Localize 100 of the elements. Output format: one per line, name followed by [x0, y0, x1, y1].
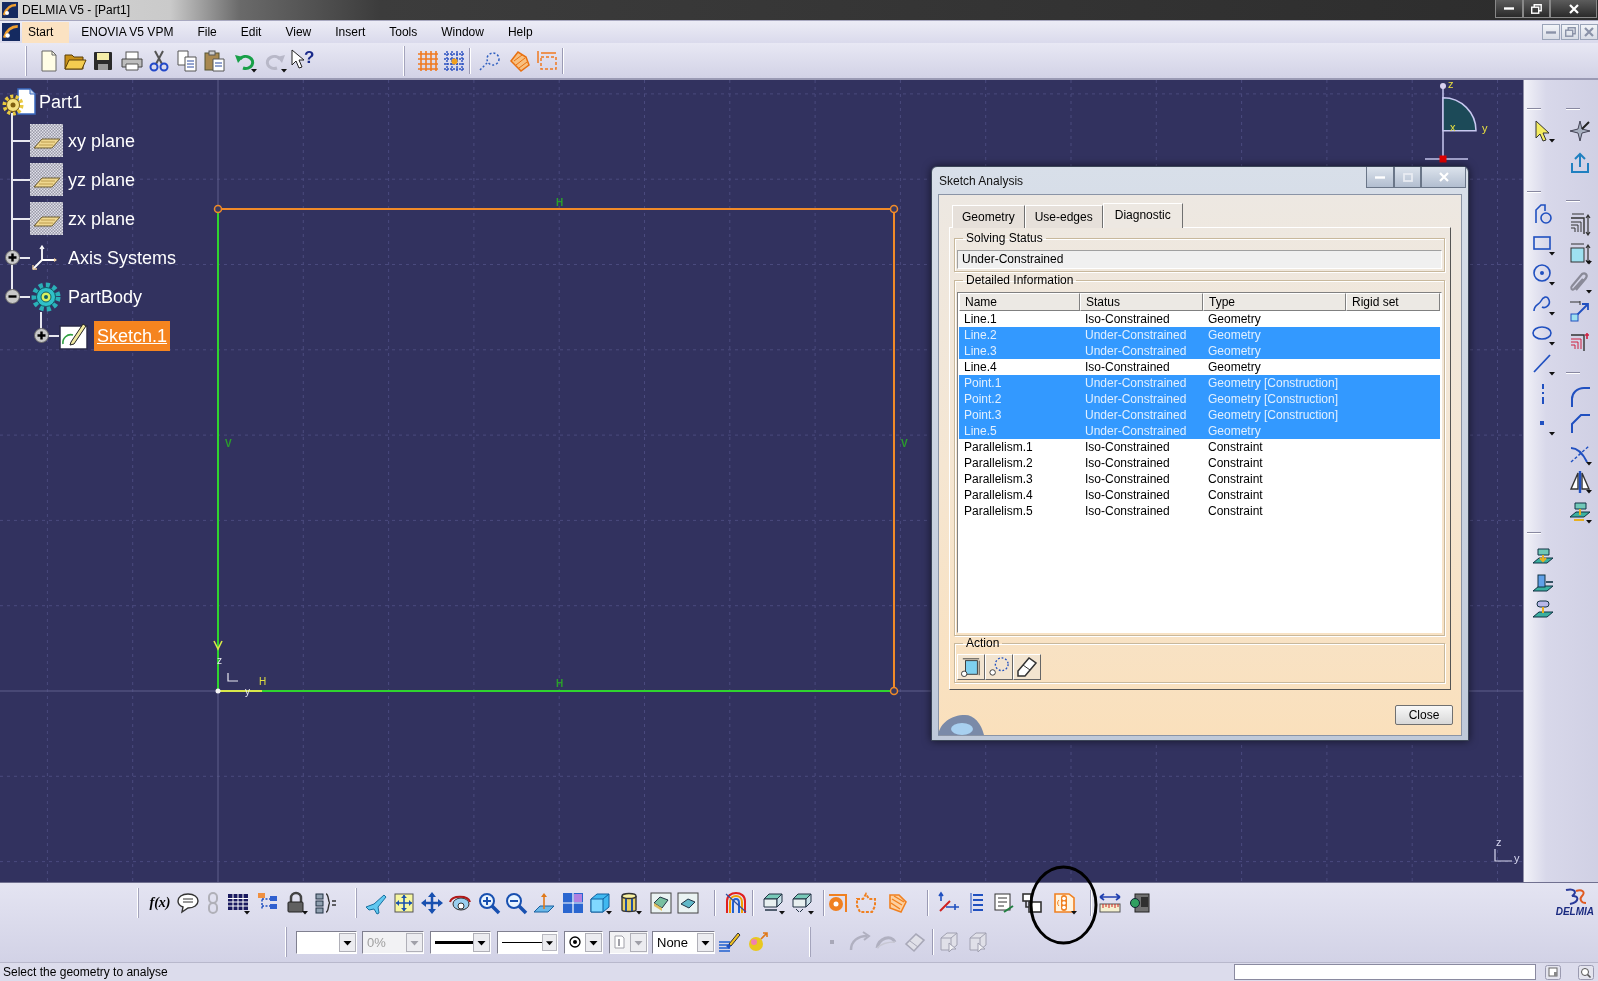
- linked-boxes-icon[interactable]: [1020, 890, 1044, 915]
- device-icon[interactable]: [1128, 890, 1152, 915]
- paste-icon[interactable]: [202, 48, 226, 73]
- tree-item[interactable]: yz plane: [65, 164, 139, 195]
- print-icon[interactable]: [120, 48, 144, 73]
- column-header[interactable]: Name: [959, 293, 1080, 311]
- zoom-out-icon[interactable]: [504, 890, 528, 915]
- menu-item[interactable]: Window: [429, 21, 496, 43]
- window-title: DELMIA V5 - [Part1]: [22, 3, 131, 17]
- tab[interactable]: Diagnostic: [1102, 203, 1183, 228]
- logo-text: DELMIA: [1555, 906, 1594, 918]
- fit-all-icon[interactable]: [392, 890, 416, 915]
- dashed-circle-icon: [989, 657, 1009, 677]
- group-label: Action: [965, 636, 1001, 650]
- ruler-icon[interactable]: [1098, 890, 1122, 915]
- edit-list-icon[interactable]: [992, 890, 1016, 915]
- table-cell-text: Parallelism.4: [963, 487, 1034, 503]
- circle-icon[interactable]: [1531, 262, 1555, 286]
- axis-label: y: [1514, 852, 1520, 864]
- property-dropdown[interactable]: None: [652, 930, 715, 954]
- command-field[interactable]: [1234, 964, 1536, 980]
- property-dropdown[interactable]: [564, 930, 603, 954]
- window-icon[interactable]: [1545, 964, 1561, 980]
- table-cell-text: Point.3: [963, 407, 1003, 423]
- sparkle-pen-icon[interactable]: [1568, 119, 1592, 143]
- speech-bubble-icon[interactable]: [176, 890, 200, 915]
- cube-icon[interactable]: [588, 890, 612, 915]
- menu-item[interactable]: Insert: [323, 21, 378, 43]
- tab[interactable]: Geometry: [952, 205, 1025, 228]
- box-icon[interactable]: [790, 890, 814, 915]
- table-cell-text: Geometry: [1207, 423, 1262, 439]
- tree-item[interactable]: xy plane: [65, 125, 139, 156]
- action-button[interactable]: [957, 654, 985, 680]
- restore-button[interactable]: [1523, 0, 1550, 18]
- magnifier-icon[interactable]: [1578, 964, 1594, 980]
- table-cell-text: Geometry: [1207, 327, 1262, 343]
- menu-item[interactable]: Edit: [228, 21, 274, 43]
- constraint-label: H: [556, 197, 564, 208]
- menu-item[interactable]: Tools: [377, 21, 430, 43]
- copy-icon[interactable]: [175, 48, 199, 73]
- tree-item[interactable]: PartBody: [65, 281, 146, 312]
- paperclip-icon[interactable]: [1568, 270, 1592, 294]
- menu-item[interactable]: Help: [495, 21, 545, 43]
- column-header[interactable]: Status: [1080, 293, 1203, 311]
- cylinder-icon[interactable]: [618, 890, 642, 915]
- bracket-list-icon[interactable]: [314, 890, 338, 915]
- property-dropdown[interactable]: [497, 930, 558, 954]
- quad-view-icon[interactable]: [561, 890, 585, 915]
- menu-item[interactable]: View: [273, 21, 324, 43]
- snap-grid-icon[interactable]: [442, 48, 466, 73]
- tree-toggle-icon[interactable]: [34, 328, 49, 343]
- column-header[interactable]: Type: [1203, 293, 1346, 311]
- compass-drawing[interactable]: [1424, 83, 1477, 163]
- rainbow-arc-icon[interactable]: [724, 890, 748, 915]
- line-style-icon: [435, 940, 473, 944]
- table-cell-text: Constraint: [1207, 455, 1264, 471]
- pointer-icon: [291, 48, 304, 69]
- tab[interactable]: Use-edges: [1024, 205, 1103, 228]
- close-button[interactable]: [1550, 0, 1597, 18]
- table-cell-text: Geometry: [1207, 311, 1262, 327]
- formula-button[interactable]: f(x): [146, 894, 174, 911]
- zoom-in-icon[interactable]: [477, 890, 501, 915]
- column-header[interactable]: Rigid set: [1346, 293, 1440, 311]
- sketch-point: [889, 686, 899, 696]
- shaded-face-icon[interactable]: [676, 890, 700, 915]
- box-icon[interactable]: [761, 890, 785, 915]
- tree-item[interactable]: Axis Systems: [65, 242, 180, 273]
- nested-corners-arrow-icon[interactable]: [1568, 212, 1592, 236]
- close-button[interactable]: Close: [1395, 705, 1453, 725]
- property-dropdown[interactable]: [430, 930, 491, 954]
- menu-item[interactable]: ENOVIA V5 VPM: [69, 21, 186, 43]
- axis-triad-drawing: [1494, 848, 1513, 862]
- paintbrush-icon[interactable]: [717, 930, 741, 955]
- action-button[interactable]: [985, 654, 1013, 680]
- line-icon[interactable]: [1531, 352, 1555, 376]
- maximize-button[interactable]: [1394, 167, 1421, 188]
- tree-toggle-icon[interactable]: [5, 289, 20, 304]
- cut-icon[interactable]: [147, 48, 171, 73]
- tree-toggle-icon[interactable]: [5, 250, 20, 265]
- minimize-button[interactable]: [1366, 167, 1394, 188]
- tree-item[interactable]: Part1: [36, 86, 86, 117]
- help-button[interactable]: ?: [291, 48, 317, 73]
- action-button[interactable]: [1013, 654, 1041, 680]
- box-arrow-icon[interactable]: [1568, 241, 1592, 265]
- plane-icon: [30, 163, 63, 196]
- rounded-corner-icon[interactable]: [1568, 385, 1592, 409]
- mirror-icon[interactable]: [1568, 470, 1592, 494]
- shaded-box-icon[interactable]: [649, 890, 673, 915]
- tree-item[interactable]: zx plane: [65, 203, 139, 234]
- menu-item[interactable]: File: [185, 21, 229, 43]
- menu-item[interactable]: Start: [22, 21, 70, 43]
- chamfer-icon[interactable]: [1568, 411, 1592, 435]
- minimize-button[interactable]: [1495, 0, 1523, 18]
- plate-projection-icon[interactable]: [1568, 500, 1592, 524]
- traffic-light-icon[interactable]: [1053, 890, 1077, 915]
- lock-icon[interactable]: [284, 890, 308, 915]
- export-icon[interactable]: [1568, 151, 1592, 175]
- square-arrow-icon[interactable]: [1568, 300, 1592, 324]
- pan-icon[interactable]: [420, 890, 444, 915]
- axes-icon: [30, 244, 58, 271]
